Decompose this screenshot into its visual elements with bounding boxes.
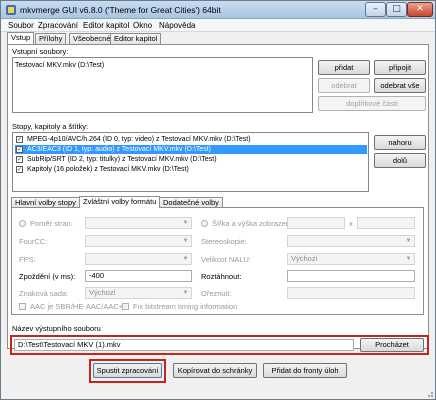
charset-value: Výchozí — [89, 288, 116, 297]
remove-all-files-button[interactable]: odebrat vše — [374, 78, 426, 93]
aspect-ratio-combo[interactable]: ▼ — [85, 217, 192, 229]
track-checkbox[interactable]: ✓ — [16, 166, 23, 173]
track-label: AC3/EAC3 (ID 1, typ: audio) z Testovací … — [27, 146, 212, 153]
remove-file-button[interactable]: odebrat — [318, 78, 370, 93]
output-file-label: Název výstupního souboru — [12, 324, 101, 333]
add-file-button[interactable]: přidat — [318, 60, 370, 75]
stereoscopy-combo[interactable]: ▼ — [287, 235, 415, 247]
cues-label: Ořeznutí: — [201, 289, 232, 298]
delay-label: Zpoždění (v ms): — [19, 272, 76, 281]
track-checkbox[interactable]: ✓ — [16, 146, 23, 153]
tab-chapter-editor[interactable]: Editor kapitol — [110, 33, 162, 44]
output-file-input[interactable]: D:\Test\Testovací MKV (1).mkv — [14, 339, 354, 351]
menu-chapter-editor[interactable]: Editor kapitol — [83, 21, 129, 30]
track-checkbox[interactable]: ✓ — [16, 136, 23, 143]
track-row[interactable]: ✓ MPEG-4p10/AVC/h.264 (ID 0, typ: video)… — [15, 135, 367, 144]
chevron-down-icon: ▼ — [182, 256, 189, 262]
tab-attachments[interactable]: Přílohy — [35, 33, 67, 44]
menu-help[interactable]: Nápověda — [159, 21, 195, 30]
track-row-selected[interactable]: ✓ AC3/EAC3 (ID 1, typ: audio) z Testovac… — [15, 145, 367, 154]
stretch-label: Roztáhnout: — [201, 272, 242, 281]
tab-input[interactable]: Vstup — [7, 32, 35, 44]
chevron-down-icon: ▼ — [405, 238, 412, 244]
append-file-button[interactable]: připojit — [374, 60, 426, 75]
browse-button[interactable]: Procházet — [360, 338, 424, 352]
track-label: SubRip/SRT (ID 2, typ: titulky) z Testov… — [27, 156, 217, 163]
tracks-list[interactable]: ✓ MPEG-4p10/AVC/h.264 (ID 0, typ: video)… — [12, 132, 369, 192]
fix-bitstream-label: Fix bitstream timing information — [133, 302, 238, 311]
charset-label: Znaková sada: — [19, 289, 69, 298]
track-label: Kapitoly (16 položek) z Testovací MKV.mk… — [27, 166, 189, 173]
menu-file[interactable]: Soubor — [8, 21, 34, 30]
chevron-down-icon: ▼ — [182, 220, 189, 226]
fix-bitstream-checkbox[interactable] — [122, 303, 129, 310]
maximize-button[interactable]: □ — [386, 2, 407, 17]
input-files-list[interactable]: Testovací MKV.mkv (D:\Test) — [12, 57, 313, 113]
fps-label: FPS: — [19, 255, 36, 264]
aspect-ratio-label: Poměr stran: — [30, 219, 73, 228]
fourcc-combo[interactable]: ▼ — [85, 235, 192, 247]
input-file-item[interactable]: Testovací MKV.mkv (D:\Test) — [15, 61, 104, 70]
add-to-job-queue-button[interactable]: Přidat do fronty úloh — [263, 363, 347, 378]
display-width-input[interactable] — [287, 217, 345, 229]
stereoscopy-label: Stereoskopie: — [201, 237, 247, 246]
move-down-button[interactable]: dolů — [374, 153, 426, 168]
fps-combo[interactable]: ▼ — [85, 253, 192, 265]
chevron-down-icon: ▼ — [405, 256, 412, 262]
move-up-button[interactable]: nahoru — [374, 135, 426, 150]
start-muxing-button[interactable]: Spustit zpracování — [93, 363, 162, 378]
track-checkbox[interactable]: ✓ — [16, 156, 23, 163]
nalu-size-value: Výchozí — [291, 254, 318, 263]
display-height-input[interactable] — [357, 217, 415, 229]
chevron-down-icon: ▼ — [182, 290, 189, 296]
delay-input[interactable]: -400 — [85, 270, 192, 282]
menu-bar: Soubor Zpracování Editor kapitol Okno Ná… — [1, 19, 435, 32]
track-row[interactable]: ✓ SubRip/SRT (ID 2, typ: titulky) z Test… — [15, 155, 367, 164]
aac-sbr-label: AAC je SBR/HE-AAC/AAC+ — [30, 302, 124, 311]
tab-format-options[interactable]: Zvláštní volby formátu — [79, 196, 161, 208]
mkvmerge-app-icon — [6, 5, 16, 15]
cues-input[interactable] — [287, 287, 415, 299]
tab-general[interactable]: Všeobecné — [69, 33, 115, 44]
input-files-label: Vstupní soubory: — [12, 47, 69, 56]
track-label: MPEG-4p10/AVC/h.264 (ID 0, typ: video) z… — [27, 136, 251, 143]
close-button[interactable]: ✕ — [407, 2, 433, 17]
menu-window[interactable]: Okno — [133, 21, 152, 30]
copy-to-clipboard-button[interactable]: Kopírovat do schránky — [173, 363, 257, 378]
display-size-label: Šířka a výška zobrazení: — [212, 219, 295, 228]
fourcc-label: FourCC: — [19, 237, 48, 246]
nalu-size-label: Velikost NALU: — [201, 255, 252, 264]
chevron-down-icon: ▼ — [182, 238, 189, 244]
app-window: mkvmerge GUI v6.8.0 ('Theme for Great Ci… — [0, 0, 436, 400]
minimize-button[interactable]: – — [365, 2, 386, 17]
resize-grip-icon[interactable] — [425, 389, 434, 398]
aspect-ratio-radio[interactable] — [19, 220, 26, 227]
tracks-label: Stopy, kapitoly a štítky: — [12, 122, 89, 131]
additional-parts-button[interactable]: doplňkové části — [318, 96, 426, 111]
title-bar[interactable]: mkvmerge GUI v6.8.0 ('Theme for Great Ci… — [1, 1, 435, 19]
display-size-radio[interactable] — [201, 220, 208, 227]
menu-processing[interactable]: Zpracování — [38, 21, 78, 30]
charset-combo[interactable]: Výchozí ▼ — [85, 287, 192, 299]
stretch-input[interactable] — [287, 270, 415, 282]
track-row[interactable]: ✓ Kapitoly (16 položek) z Testovací MKV.… — [15, 165, 367, 174]
nalu-size-combo[interactable]: Výchozí ▼ — [287, 253, 415, 265]
size-x-separator: x — [349, 219, 353, 228]
window-title: mkvmerge GUI v6.8.0 ('Theme for Great Ci… — [20, 5, 221, 15]
aac-sbr-checkbox[interactable] — [19, 303, 26, 310]
